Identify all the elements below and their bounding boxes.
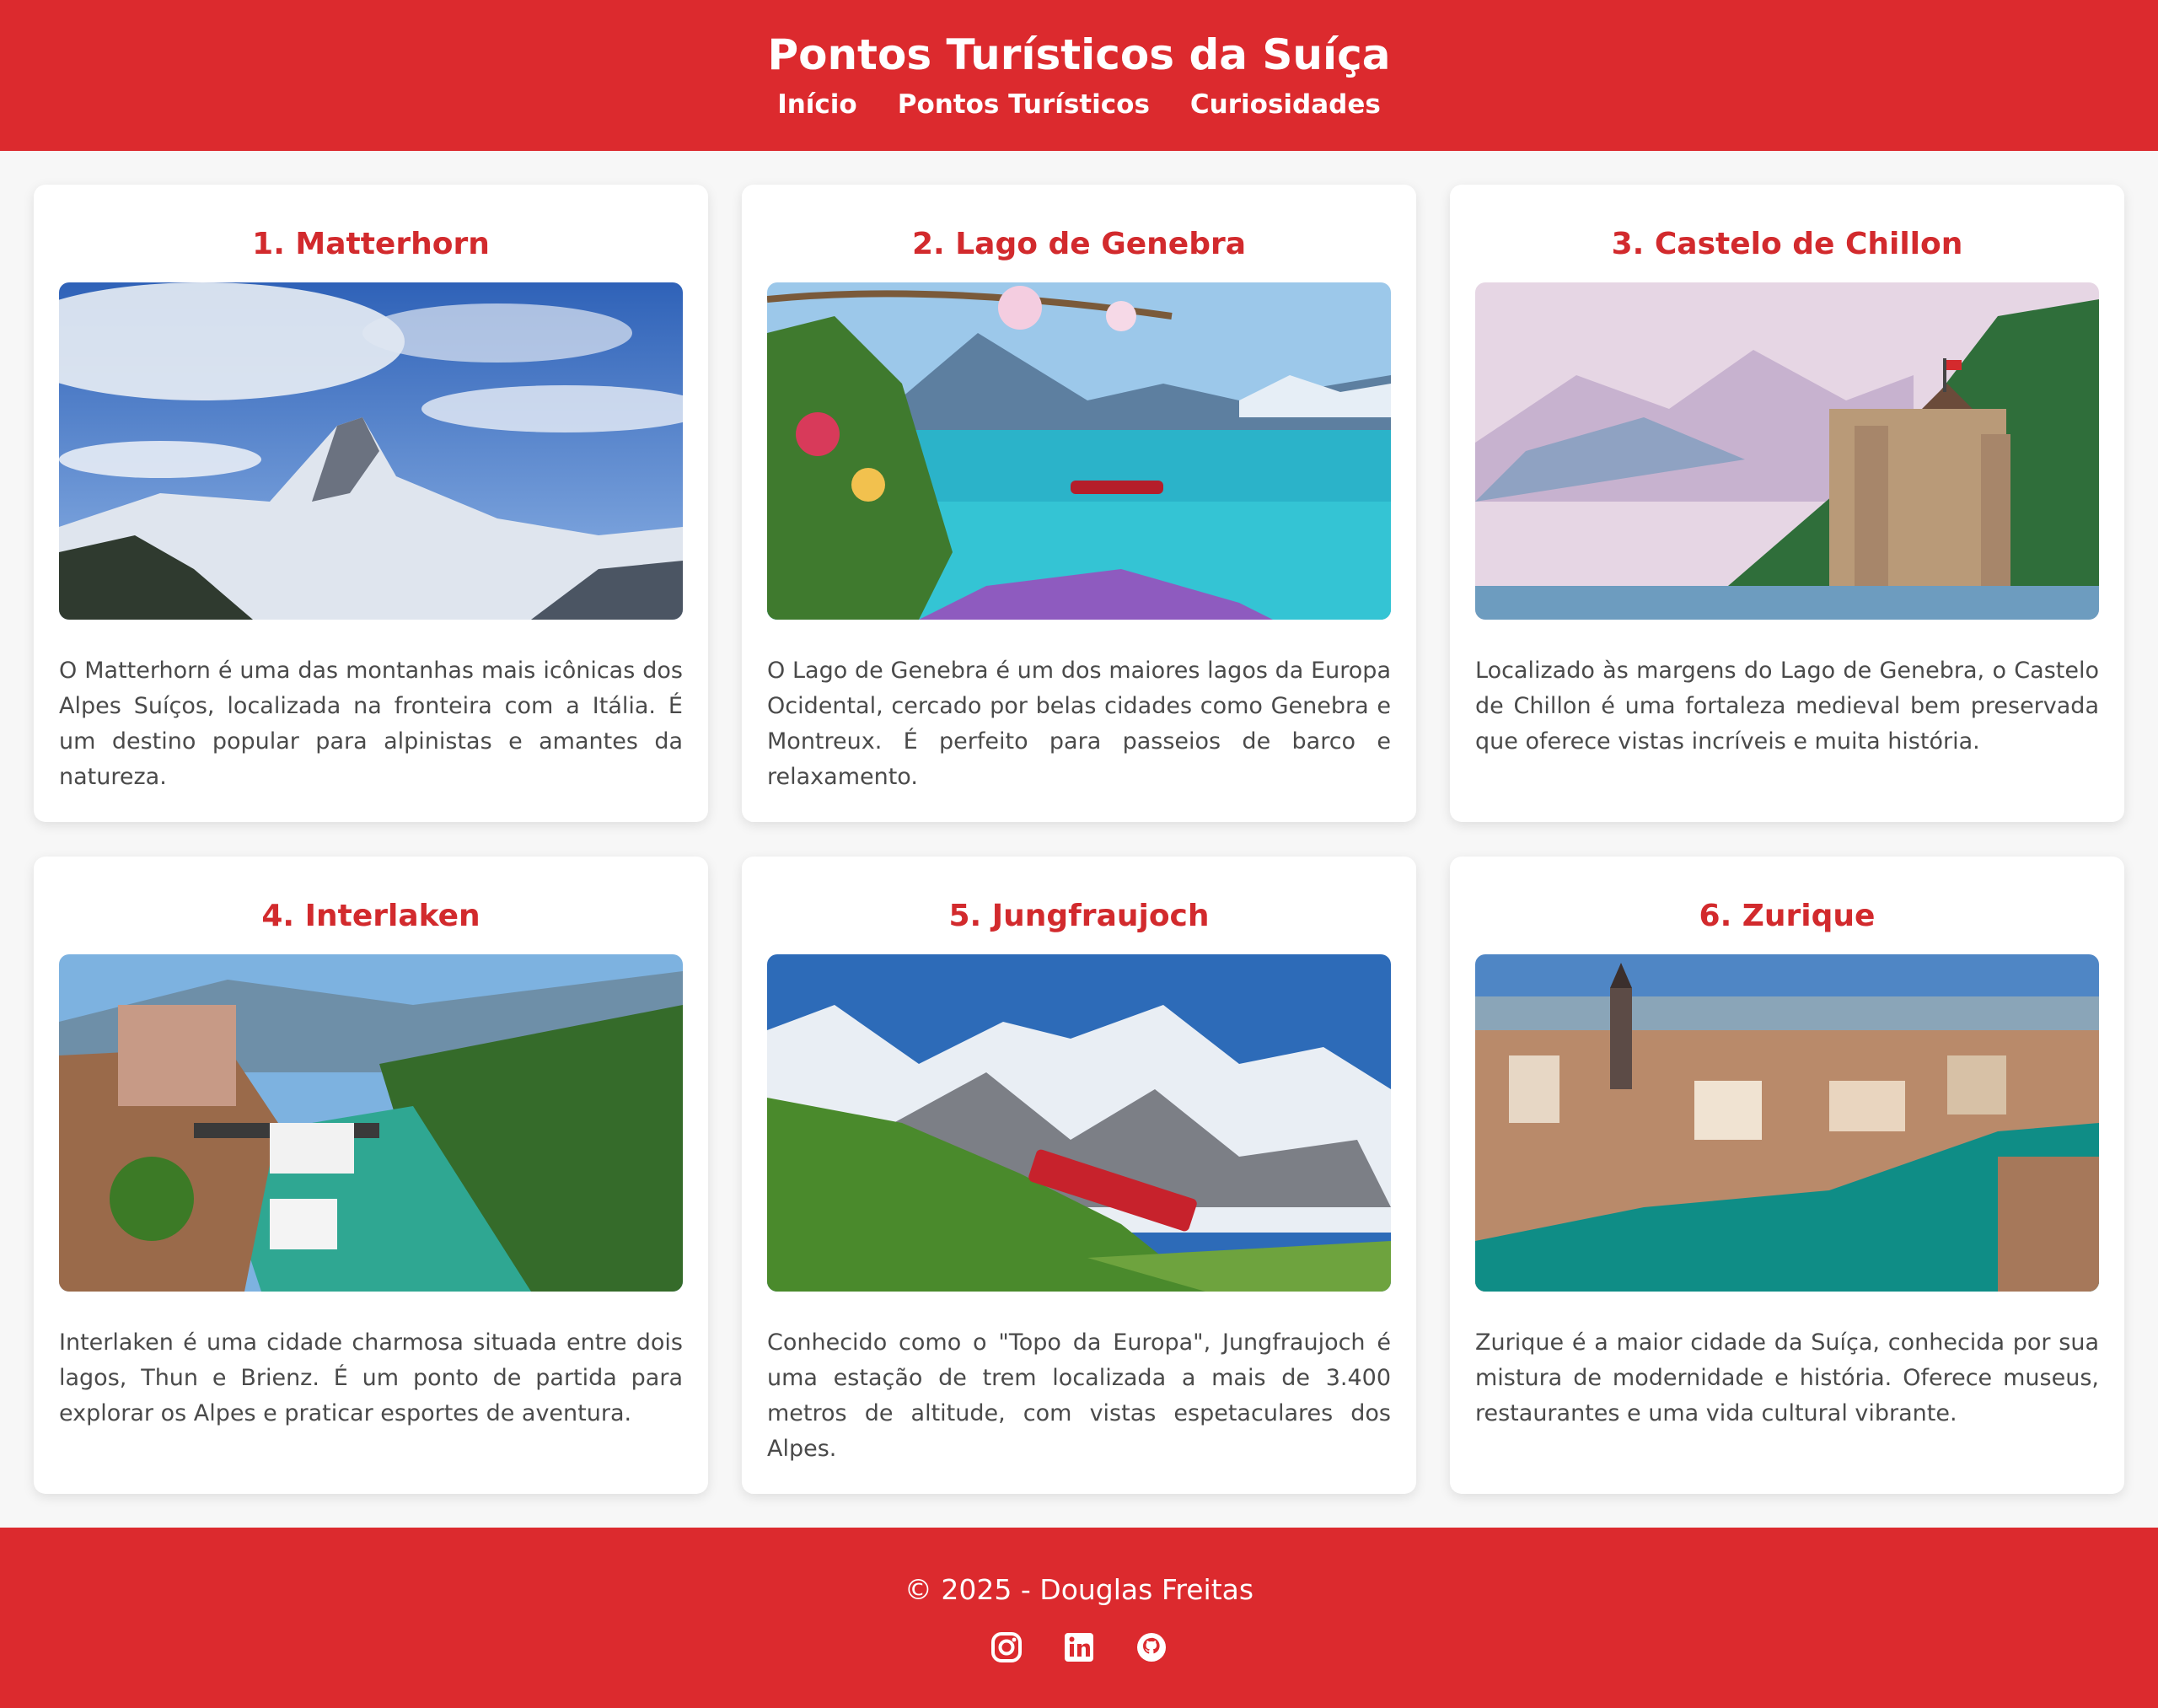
instagram-link[interactable]	[990, 1630, 1023, 1664]
card-description: O Matterhorn é uma das montanhas mais ic…	[59, 658, 683, 790]
card-description: Localizado às margens do Lago de Genebra…	[1475, 658, 2099, 755]
matterhorn-image	[59, 282, 683, 620]
linkedin-icon	[1062, 1630, 1096, 1664]
card-title: 4. Interlaken	[261, 899, 480, 933]
page-title: Pontos Turísticos da Suíça	[767, 30, 1391, 79]
zurich-image	[1475, 954, 2099, 1292]
card-description: Zurique é a maior cidade da Suíça, conhe…	[1475, 1329, 2099, 1426]
attraction-card-interlaken: 4. Interlaken Interlaken é uma cidade ch…	[34, 857, 708, 1494]
github-link[interactable]	[1135, 1630, 1168, 1664]
main-nav: Início Pontos Turísticos Curiosidades	[0, 88, 2158, 121]
linkedin-link[interactable]	[1062, 1630, 1096, 1664]
attraction-card-zurique: 6. Zurique Zurique é a maior cidade da S…	[1450, 857, 2124, 1494]
nav-link-pontos-turisticos[interactable]: Pontos Turísticos	[898, 88, 1150, 121]
attractions-grid: 1. Matterhorn O Matterhorn é uma das mon…	[0, 151, 2158, 1528]
card-title: 2. Lago de Genebra	[911, 227, 1247, 261]
attraction-card-lago-de-genebra: 2. Lago de Genebra O Lago de Genebra é u…	[742, 185, 1416, 822]
nav-link-curiosidades[interactable]: Curiosidades	[1190, 88, 1381, 121]
site-footer: © 2025 - Douglas Freitas	[0, 1528, 2158, 1708]
card-title: 1. Matterhorn	[252, 227, 490, 261]
card-title: 5. Jungfraujoch	[948, 899, 1210, 933]
card-description: Conhecido como o "Topo da Europa", Jungf…	[767, 1329, 1391, 1462]
attraction-card-matterhorn: 1. Matterhorn O Matterhorn é uma das mon…	[34, 185, 708, 822]
lake-geneva-image	[767, 282, 1391, 620]
attraction-card-jungfraujoch: 5. Jungfraujoch Conhecido como o "Topo d…	[742, 857, 1416, 1494]
copyright-text: © 2025 - Douglas Freitas	[904, 1573, 1254, 1606]
card-title: 3. Castelo de Chillon	[1611, 227, 1963, 261]
jungfraujoch-image	[767, 954, 1391, 1292]
interlaken-image	[59, 954, 683, 1292]
social-links	[0, 1630, 2158, 1664]
attraction-card-castelo-de-chillon: 3. Castelo de Chillon Localizado às marg…	[1450, 185, 2124, 822]
nav-link-inicio[interactable]: Início	[777, 88, 857, 121]
card-title: 6. Zurique	[1699, 899, 1876, 933]
instagram-icon	[990, 1630, 1023, 1664]
chillon-castle-image	[1475, 282, 2099, 620]
site-header: Pontos Turísticos da Suíça Início Pontos…	[0, 0, 2158, 151]
github-icon	[1135, 1630, 1168, 1664]
card-description: O Lago de Genebra é um dos maiores lagos…	[767, 658, 1391, 790]
card-description: Interlaken é uma cidade charmosa situada…	[59, 1329, 683, 1426]
